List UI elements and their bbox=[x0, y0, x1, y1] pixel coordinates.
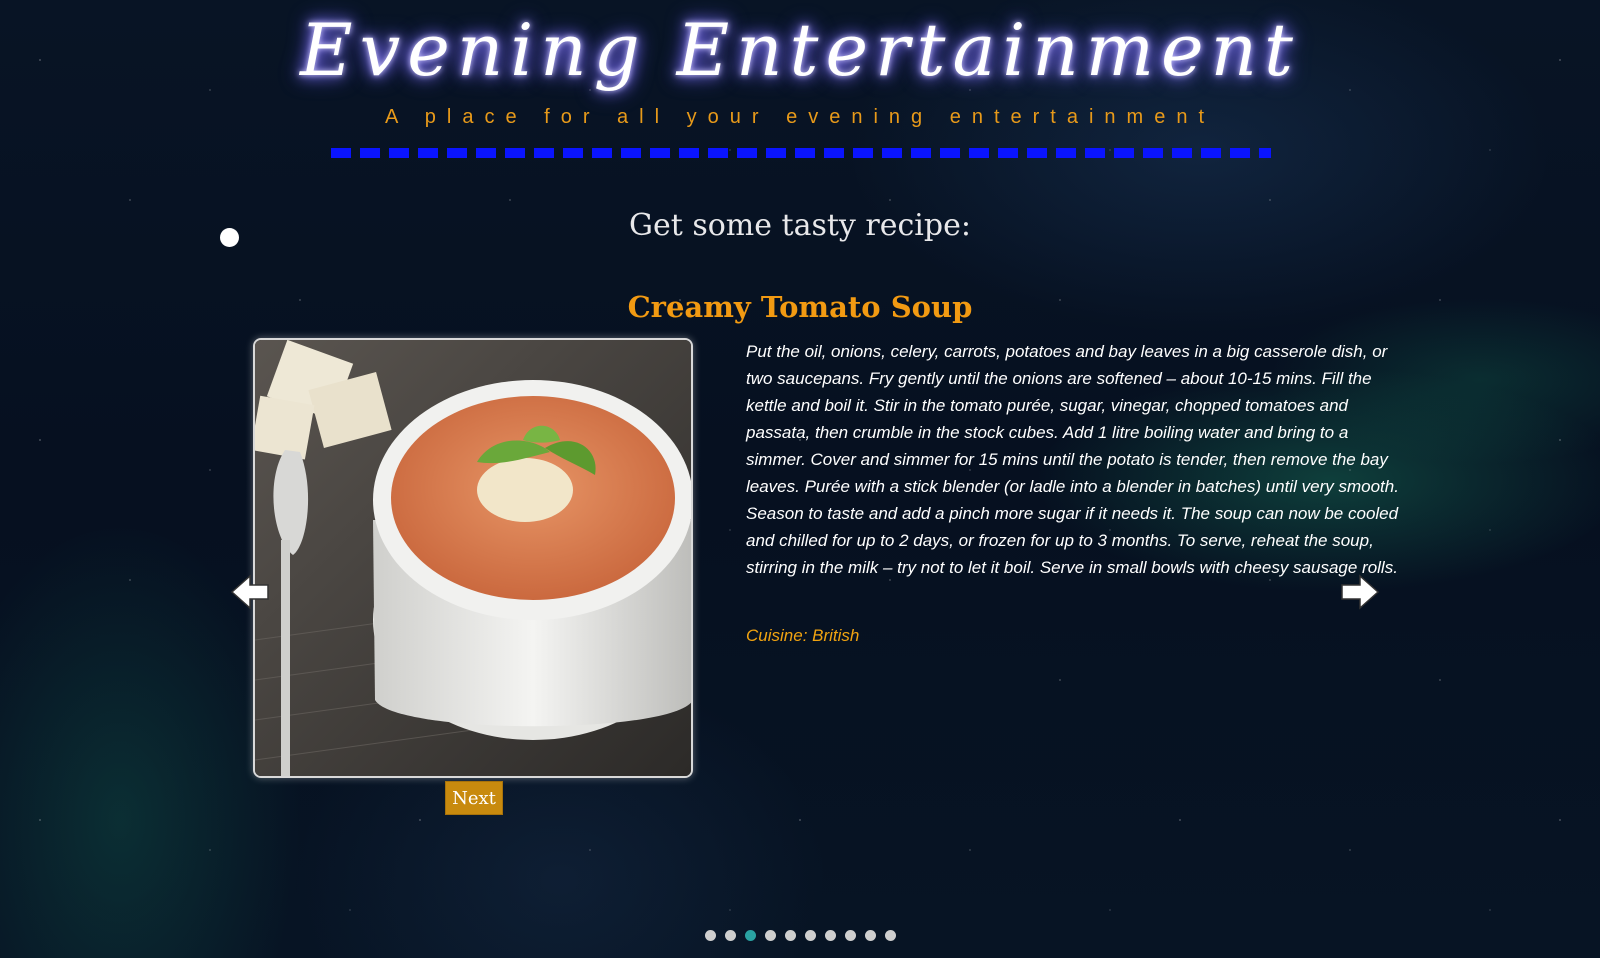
recipe-instructions: Put the oil, onions, celery, carrots, po… bbox=[746, 342, 1399, 577]
arrow-left-icon[interactable] bbox=[230, 574, 270, 615]
recipe-cuisine: Cuisine: British bbox=[746, 626, 859, 646]
title-divider bbox=[331, 148, 1271, 158]
recipe-title: Creamy Tomato Soup bbox=[627, 290, 973, 324]
pagination-dot[interactable] bbox=[764, 930, 776, 941]
site-tagline: A place for all your evening entertainme… bbox=[385, 106, 1215, 128]
pagination-dot[interactable] bbox=[704, 930, 716, 941]
cuisine-value: British bbox=[812, 626, 860, 645]
pagination-dot[interactable] bbox=[824, 930, 836, 941]
pagination-dot[interactable] bbox=[884, 930, 896, 941]
pagination-dots bbox=[0, 930, 1600, 941]
pagination-dot[interactable] bbox=[784, 930, 796, 941]
pagination-dot[interactable] bbox=[804, 930, 816, 941]
next-recipe-button[interactable]: Next bbox=[445, 781, 503, 815]
recipe-photo bbox=[253, 338, 693, 778]
pagination-dot[interactable] bbox=[744, 930, 756, 941]
tomato-soup-image bbox=[255, 340, 691, 776]
site-title: Evening Entertainment bbox=[300, 8, 1300, 92]
pagination-dot[interactable] bbox=[844, 930, 856, 941]
cuisine-label: Cuisine: bbox=[746, 626, 808, 645]
section-heading: Get some tasty recipe: bbox=[629, 208, 971, 243]
pagination-dot[interactable] bbox=[864, 930, 876, 941]
pagination-dot[interactable] bbox=[724, 930, 736, 941]
arrow-right-icon[interactable] bbox=[1340, 574, 1380, 615]
